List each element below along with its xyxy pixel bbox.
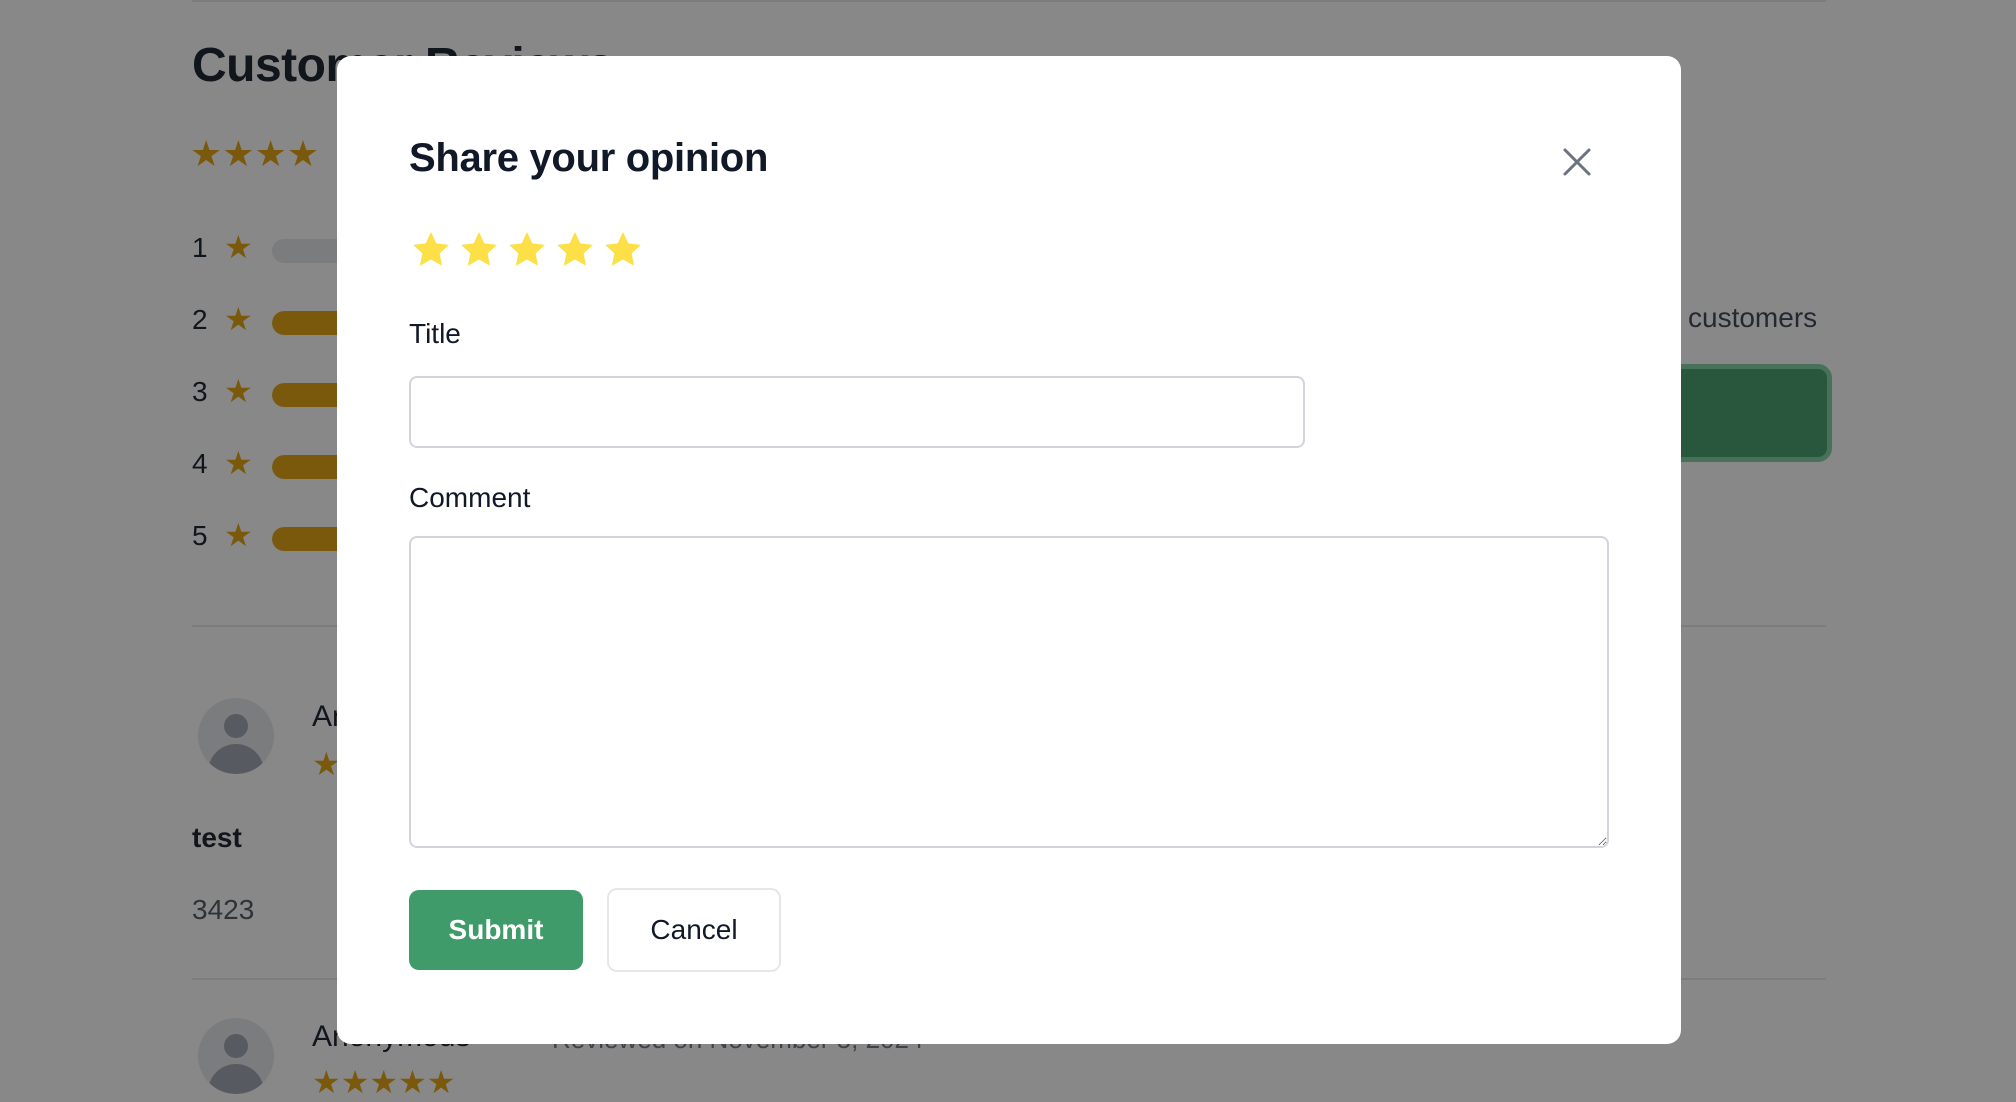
rating-star-icon[interactable]: [457, 228, 501, 272]
submit-button[interactable]: Submit: [409, 890, 583, 970]
close-button[interactable]: [1557, 142, 1597, 182]
rating-star-icon[interactable]: [553, 228, 597, 272]
close-icon: [1563, 148, 1591, 176]
comment-label: Comment: [409, 482, 531, 513]
title-label: Title: [409, 318, 461, 349]
cancel-button[interactable]: Cancel: [607, 888, 781, 972]
review-modal: Share your opinion Title Comment Submit …: [337, 56, 1681, 1044]
title-input[interactable]: [409, 376, 1305, 448]
rating-star-icon[interactable]: [601, 228, 645, 272]
comment-textarea[interactable]: [409, 536, 1609, 848]
rating-selector: [409, 228, 645, 278]
rating-star-icon[interactable]: [505, 228, 549, 272]
modal-title: Share your opinion: [409, 136, 769, 180]
rating-star-icon[interactable]: [409, 228, 453, 272]
